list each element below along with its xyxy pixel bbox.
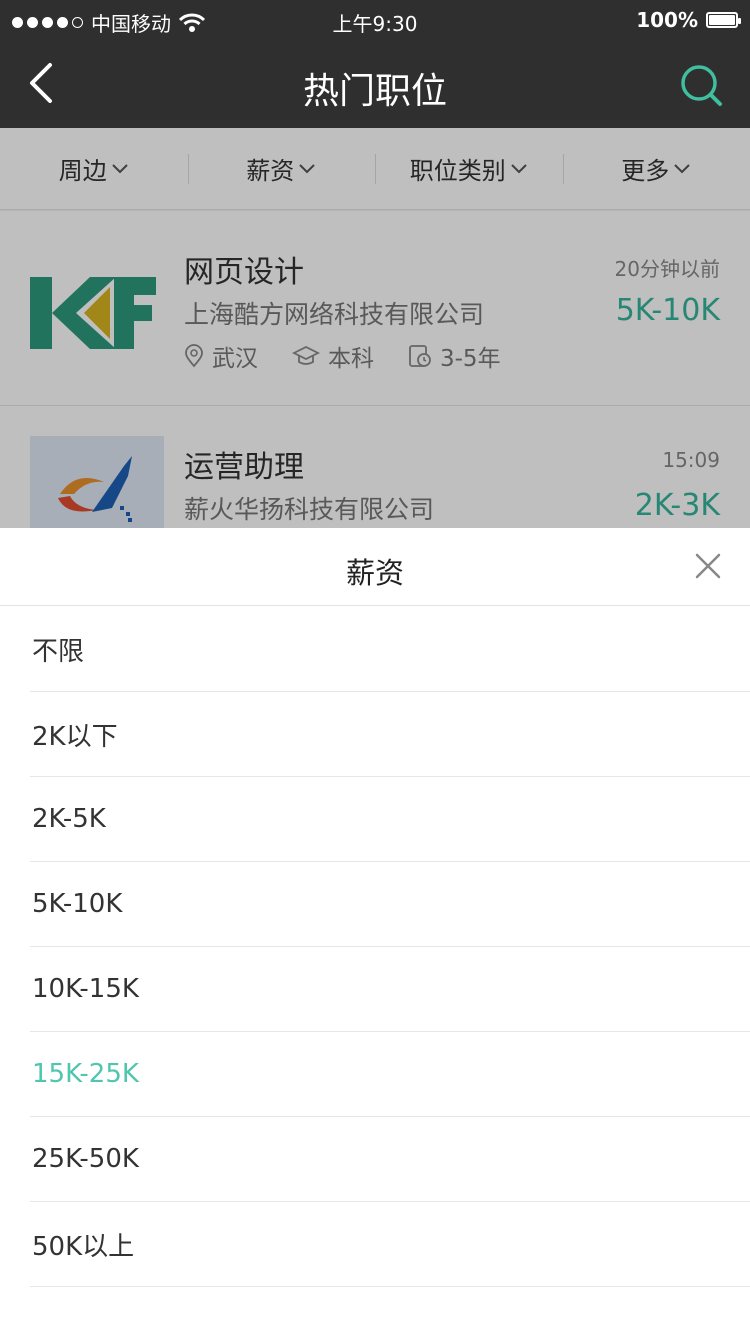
salary-option[interactable]: 25K-50K (30, 1117, 750, 1202)
close-icon[interactable] (694, 552, 722, 580)
sheet-title: 薪资 (345, 556, 404, 590)
salary-option[interactable]: 10K-15K (30, 947, 750, 1032)
salary-option[interactable]: 5K-10K (30, 862, 750, 947)
dim-overlay[interactable] (0, 128, 750, 528)
battery-label: 100% (636, 8, 698, 32)
salary-option[interactable]: 50K以上 (30, 1202, 750, 1287)
salary-option[interactable]: 2K以下 (30, 692, 750, 777)
salary-options: 不限 2K以下 2K-5K 5K-10K 10K-15K 15K-25K 25K… (0, 607, 750, 1287)
search-icon[interactable] (678, 62, 724, 108)
salary-sheet: 薪资 不限 2K以下 2K-5K 5K-10K 10K-15K 15K-25K … (0, 528, 750, 1334)
sheet-header: 薪资 (0, 528, 750, 606)
status-right: 100% (636, 8, 741, 32)
page-title: 热门职位 (302, 71, 447, 112)
salary-option[interactable]: 2K-5K (30, 777, 750, 862)
salary-option-selected[interactable]: 15K-25K (30, 1032, 750, 1117)
nav-bar: 热门职位 (0, 40, 750, 128)
salary-option[interactable]: 不限 (30, 607, 750, 692)
battery-icon (706, 12, 741, 28)
status-bar: 中国移动 上午9:30 100% (0, 0, 750, 40)
